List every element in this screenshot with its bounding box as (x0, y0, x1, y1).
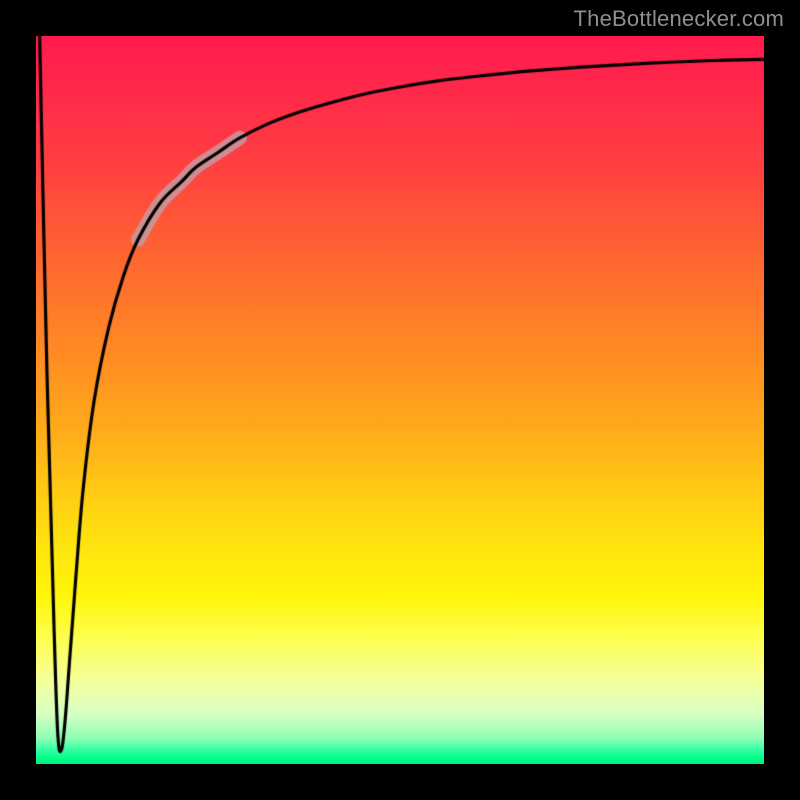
bottleneck-curve (36, 36, 764, 764)
chart-frame: TheBottlenecker.com (0, 0, 800, 800)
watermark-text: TheBottlenecker.com (574, 6, 784, 32)
plot-area (36, 36, 764, 764)
